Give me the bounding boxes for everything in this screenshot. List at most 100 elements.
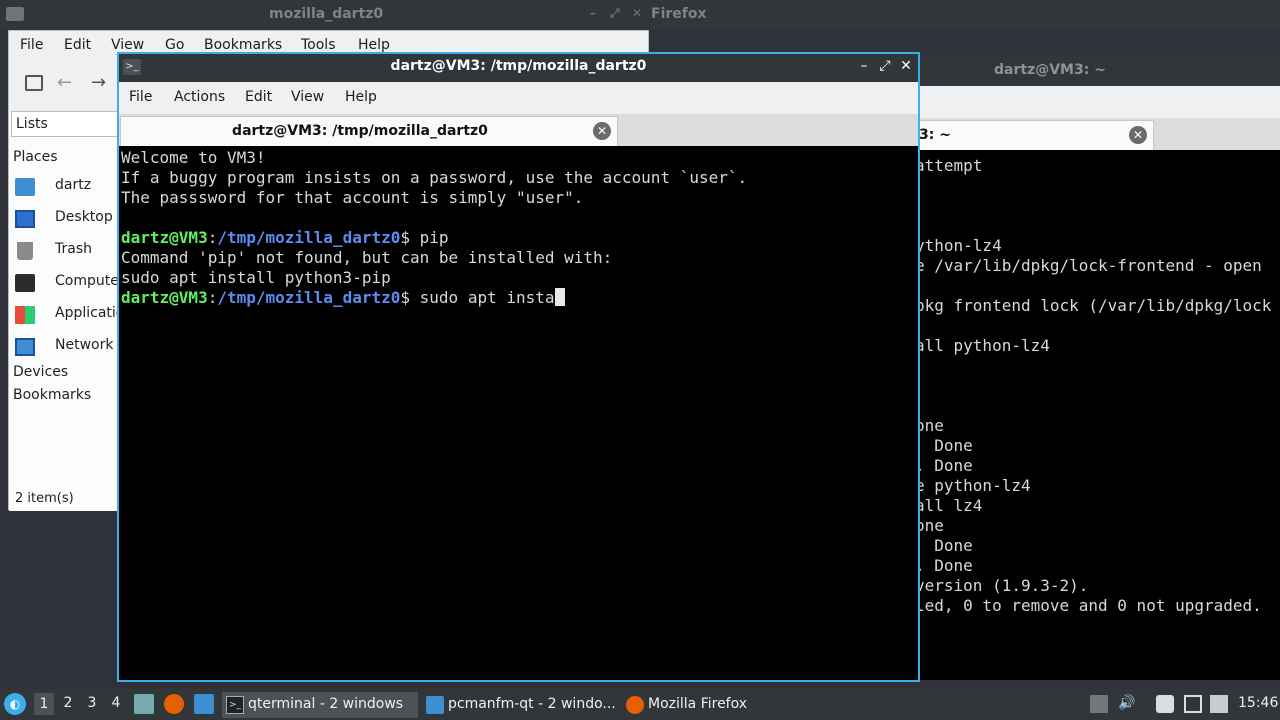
back-arrow-icon[interactable]: ← xyxy=(57,72,72,93)
terminal-line: If a buggy program insists on a password… xyxy=(121,168,748,187)
menu-bookmarks[interactable]: Bookmarks xyxy=(204,37,282,53)
terminal-line: all python-lz4 xyxy=(918,336,1050,355)
network-tray-icon[interactable] xyxy=(1184,695,1202,713)
close-icon[interactable]: ✕ xyxy=(632,6,642,20)
right-terminal-title: dartz@VM3: ~ xyxy=(994,62,1106,78)
file-manager-launcher-icon[interactable] xyxy=(134,694,154,714)
terminal-line: all lz4 xyxy=(918,496,983,515)
maximize-icon[interactable]: ⤢ xyxy=(877,58,893,74)
close-tab-icon[interactable]: ✕ xyxy=(1129,126,1147,144)
menu-actions[interactable]: Actions xyxy=(174,89,225,105)
workspace-2[interactable]: 2 xyxy=(58,695,78,711)
right-terminal-window[interactable]: dartz@VM3: ~ 3: ~ ✕ attempt ython-lz4 e /v… xyxy=(918,56,1280,680)
taskbar: ◐ 1 2 3 4 >_ qterminal - 2 windows pcman… xyxy=(0,689,1280,720)
menu-file[interactable]: File xyxy=(129,89,152,105)
terminal-line: Done xyxy=(918,436,973,455)
main-terminal-title-bar[interactable]: >_ dartz@VM3: /tmp/mozilla_dartz0 – ⤢ ✕ xyxy=(119,54,918,82)
right-terminal-tab[interactable]: 3: ~ ✕ xyxy=(918,120,1154,150)
terminal-line: e python-lz4 xyxy=(918,476,1031,495)
bookmarks-header[interactable]: Bookmarks xyxy=(13,387,91,403)
main-terminal-menubar: File Actions Edit View Help xyxy=(119,82,918,114)
terminal-line: sudo apt install python3-pip xyxy=(121,268,391,287)
devices-header[interactable]: Devices xyxy=(13,364,68,380)
menu-help[interactable]: Help xyxy=(345,89,377,105)
main-terminal-window[interactable]: >_ dartz@VM3: /tmp/mozilla_dartz0 – ⤢ ✕ … xyxy=(117,52,920,682)
tab-label: 3: ~ xyxy=(919,127,951,143)
tray-expand-icon[interactable] xyxy=(1090,695,1108,713)
workspace-1[interactable]: 1 xyxy=(34,693,54,715)
clipboard-icon[interactable] xyxy=(1156,695,1174,713)
applications-icon xyxy=(15,306,35,324)
firefox-launcher-icon[interactable] xyxy=(164,694,184,714)
menu-edit[interactable]: Edit xyxy=(64,37,91,53)
maximize-icon[interactable]: ⤢ xyxy=(610,6,620,21)
computer-icon xyxy=(15,274,35,292)
battery-icon[interactable] xyxy=(1210,695,1228,713)
status-bar-text: 2 item(s) xyxy=(15,491,74,506)
terminal-line: . Done xyxy=(918,556,973,575)
sidebar-mode-select[interactable]: Lists xyxy=(11,111,121,137)
workspace-4[interactable]: 4 xyxy=(106,695,126,711)
show-desktop-icon[interactable] xyxy=(194,694,214,714)
main-terminal-title: dartz@VM3: /tmp/mozilla_dartz0 xyxy=(390,58,647,74)
terminal-line: led, 0 to remove and 0 not upgraded. xyxy=(918,596,1262,615)
firefox-title-bar[interactable]: mozilla_dartz0 Firefox – ⤢ ✕ xyxy=(0,0,1280,30)
task-qterminal[interactable]: >_ qterminal - 2 windows xyxy=(222,692,418,718)
right-terminal-menubar xyxy=(918,86,1280,118)
new-tab-icon[interactable] xyxy=(25,75,43,91)
sidebar-item-computer[interactable]: Compute xyxy=(13,272,119,294)
network-icon xyxy=(15,338,35,356)
main-terminal-tab[interactable]: dartz@VM3: /tmp/mozilla_dartz0 ✕ xyxy=(120,116,618,146)
terminal-line: one xyxy=(918,416,944,435)
workspace-3[interactable]: 3 xyxy=(82,695,102,711)
sidebar-item-dartz[interactable]: dartz xyxy=(13,176,113,198)
close-icon[interactable]: ✕ xyxy=(898,58,914,74)
menu-file[interactable]: File xyxy=(20,37,43,53)
right-terminal-tabbar: 3: ~ ✕ xyxy=(918,118,1280,150)
terminal-line: e /var/lib/dpkg/lock-frontend - open xyxy=(918,256,1262,275)
task-firefox[interactable]: Mozilla Firefox xyxy=(622,692,818,718)
places-header: Places xyxy=(13,149,58,165)
terminal-line: version (1.9.3-2). xyxy=(918,576,1089,595)
volume-icon[interactable]: 🔊 xyxy=(1118,695,1136,713)
terminal-line: The passsword for that account is simply… xyxy=(121,188,584,207)
tab-label: dartz@VM3: /tmp/mozilla_dartz0 xyxy=(232,123,488,139)
menu-view[interactable]: View xyxy=(111,37,144,53)
sidebar-item-applications[interactable]: Applicatio xyxy=(13,304,124,326)
menu-help[interactable]: Help xyxy=(358,37,390,53)
terminal-line: attempt xyxy=(918,156,983,175)
terminal-prompt-line[interactable]: dartz@VM3:/tmp/mozilla_dartz0$ sudo apt … xyxy=(121,288,565,307)
terminal-line: ython-lz4 xyxy=(918,236,1002,255)
close-tab-icon[interactable]: ✕ xyxy=(593,122,611,140)
terminal-icon: >_ xyxy=(226,696,244,714)
desktop-icon xyxy=(15,210,35,228)
terminal-line: Welcome to VM3! xyxy=(121,148,266,167)
text-cursor xyxy=(554,288,565,306)
menu-edit[interactable]: Edit xyxy=(245,89,272,105)
sidebar-item-network[interactable]: Network xyxy=(13,336,113,358)
clock[interactable]: 15:46 xyxy=(1238,695,1278,711)
menu-view[interactable]: View xyxy=(291,89,324,105)
folder-icon xyxy=(426,696,444,714)
right-terminal-title-bar[interactable]: dartz@VM3: ~ xyxy=(918,56,1280,86)
start-menu-icon[interactable]: ◐ xyxy=(4,693,26,715)
sidebar-item-trash[interactable]: Trash xyxy=(13,240,113,262)
main-terminal-screen[interactable]: Welcome to VM3! If a buggy program insis… xyxy=(119,146,918,680)
terminal-line: pkg frontend lock (/var/lib/dpkg/lock xyxy=(918,296,1272,315)
terminal-line: Done xyxy=(918,536,973,555)
menu-tools[interactable]: Tools xyxy=(301,37,336,53)
task-pcmanfm[interactable]: pcmanfm-qt - 2 windo... xyxy=(422,692,618,718)
firefox-icon xyxy=(626,696,644,714)
forward-arrow-icon[interactable]: → xyxy=(91,72,106,93)
home-folder-icon xyxy=(15,178,35,196)
minimize-icon[interactable]: – xyxy=(856,58,872,74)
terminal-line: Command 'pip' not found, but can be inst… xyxy=(121,248,613,267)
terminal-line: one xyxy=(918,516,944,535)
sidebar-item-desktop[interactable]: Desktop xyxy=(13,208,113,230)
right-terminal-screen[interactable]: attempt ython-lz4 e /var/lib/dpkg/lock-fro… xyxy=(918,150,1280,680)
menu-go[interactable]: Go xyxy=(165,37,184,53)
terminal-prompt-line: dartz@VM3:/tmp/mozilla_dartz0$ pip xyxy=(121,228,449,247)
folder-icon xyxy=(6,7,24,21)
terminal-line: . Done xyxy=(918,456,973,475)
minimize-icon[interactable]: – xyxy=(590,6,596,20)
